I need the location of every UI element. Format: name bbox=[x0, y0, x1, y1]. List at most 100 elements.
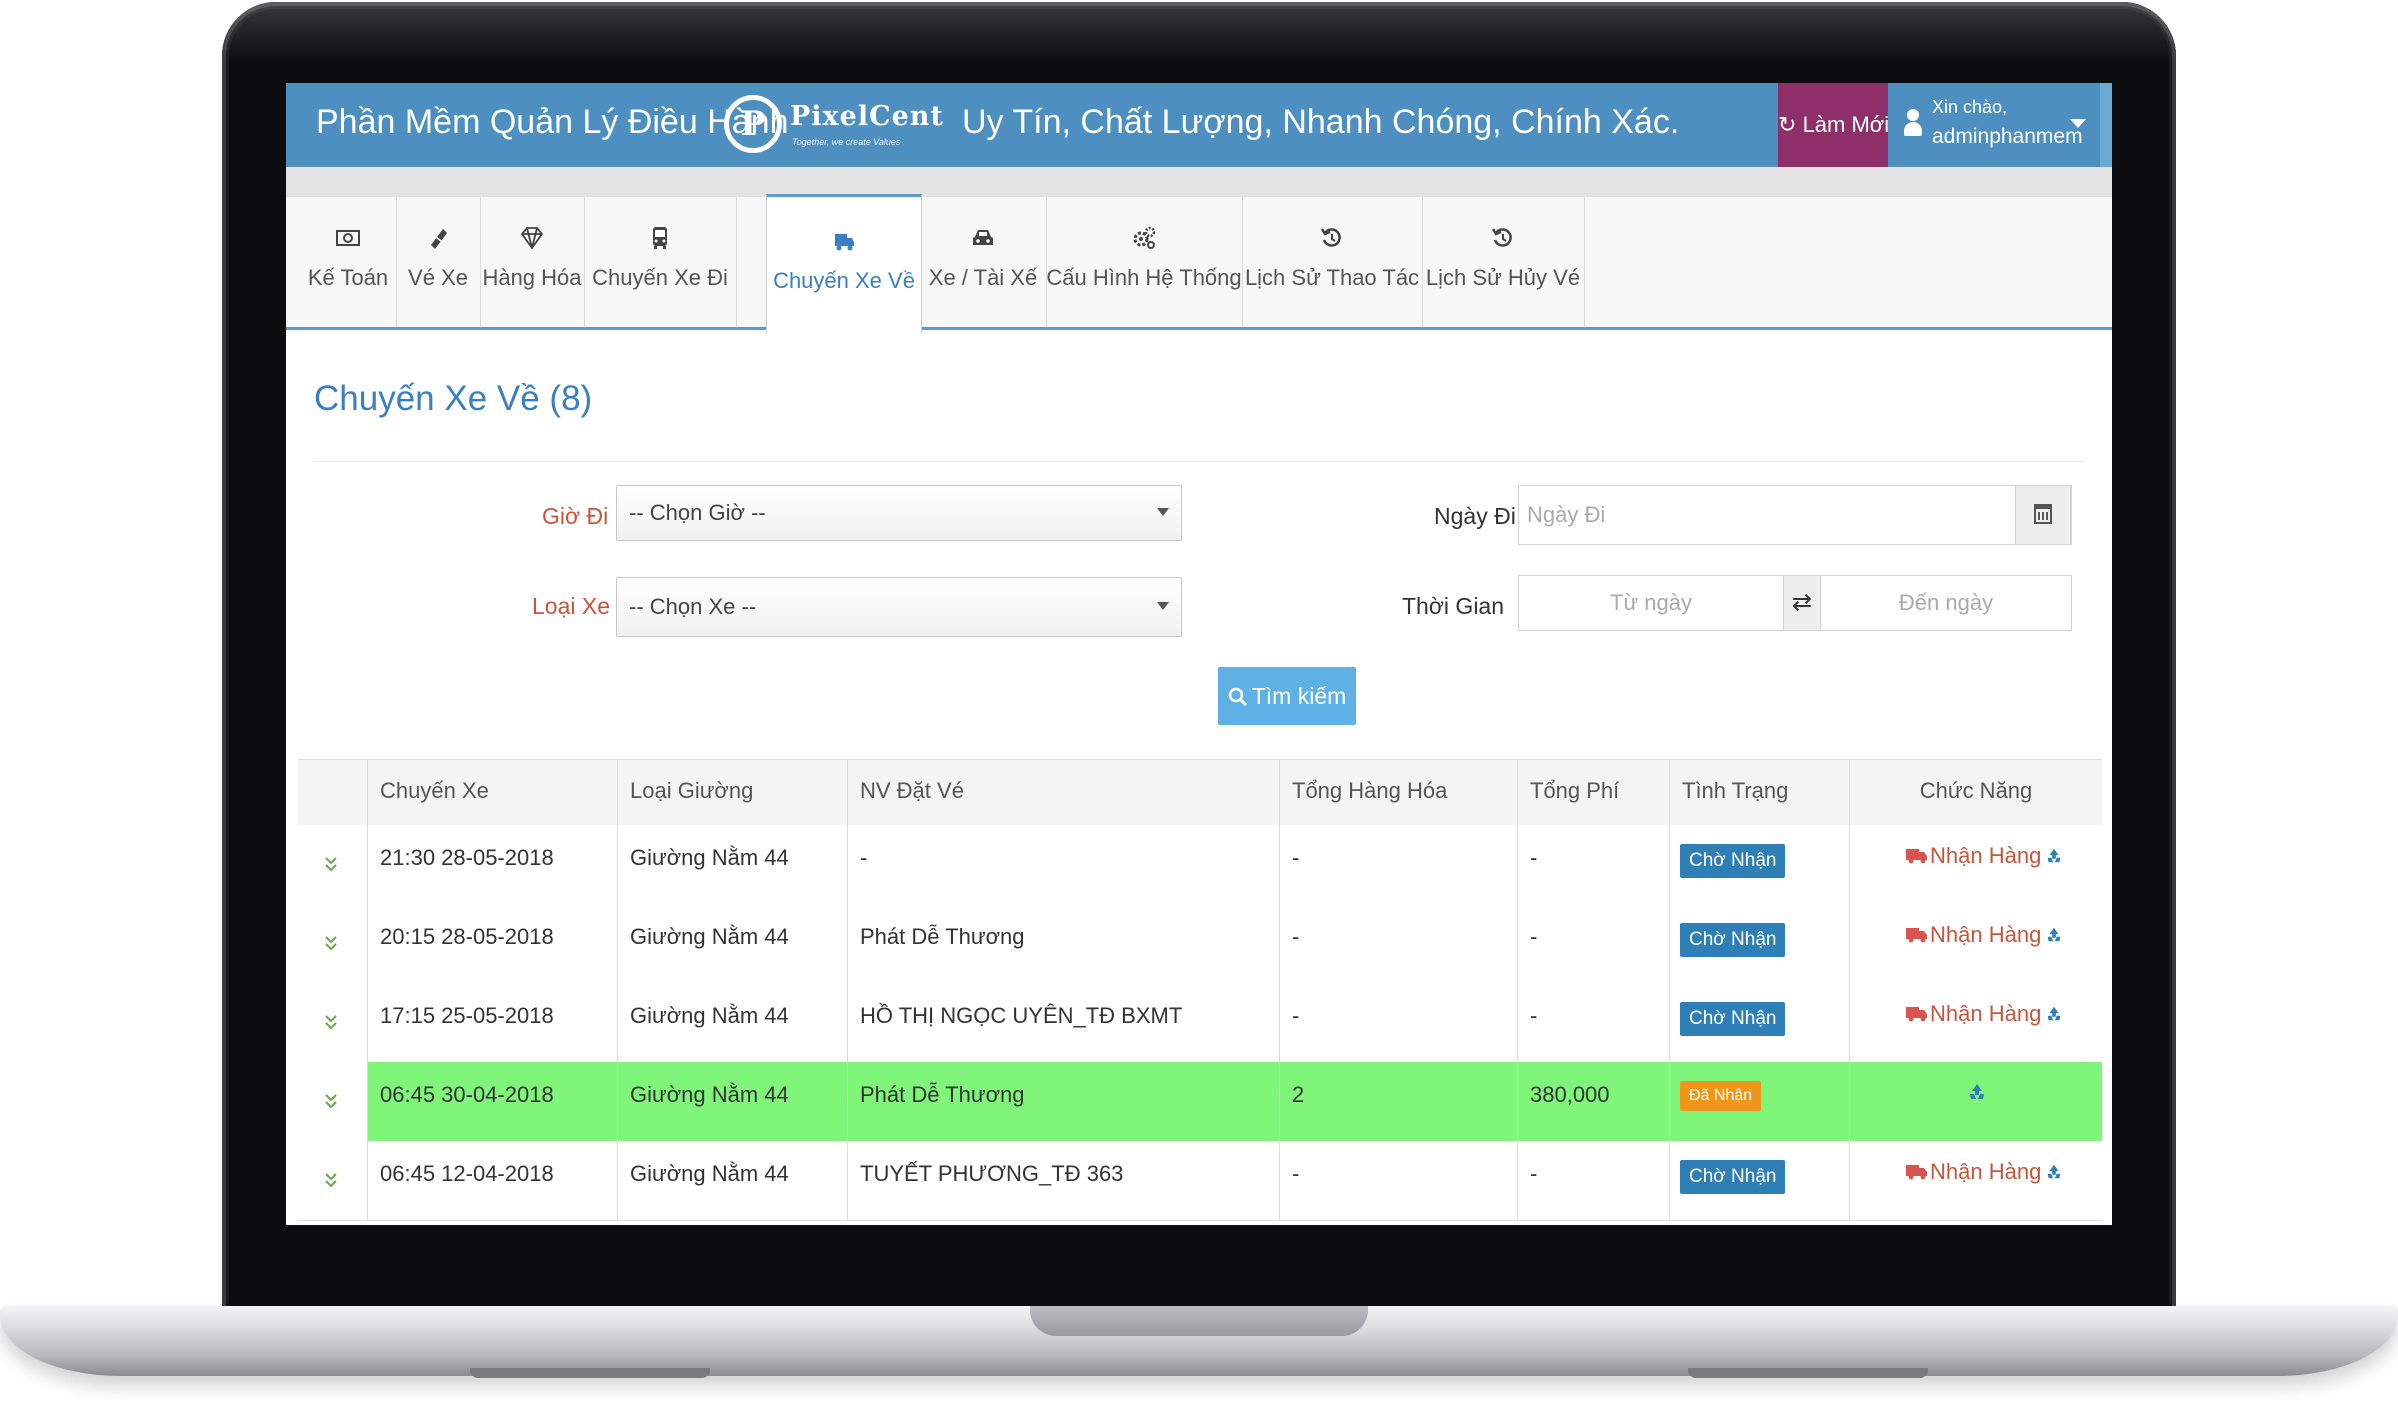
tab-xe-tai-xe[interactable]: Xe / Tài Xế bbox=[920, 197, 1047, 327]
search-button[interactable]: Tìm kiếm bbox=[1218, 667, 1356, 725]
expand-cell[interactable] bbox=[298, 904, 368, 983]
table-row[interactable]: 20:15 28-05-2018 Giường Nằm 44 Phát Dễ Thư… bbox=[298, 904, 2102, 984]
cell-text: Giường Nằm 44 bbox=[630, 1161, 789, 1186]
cell-text: - bbox=[1530, 924, 1538, 949]
recycle-icon[interactable] bbox=[1967, 1082, 1987, 1102]
cell-tinh-trang: Chờ Nhận bbox=[1670, 983, 1850, 1062]
range-separator: ⇄ bbox=[1783, 576, 1821, 630]
status-badge: Chờ Nhận bbox=[1680, 844, 1786, 878]
expand-cell[interactable] bbox=[298, 825, 368, 904]
truck-icon bbox=[1906, 849, 1927, 864]
cell-nv-dat-ve: HỒ THỊ NGỌC UYÊN_TĐ BXMT bbox=[848, 983, 1280, 1062]
tab-label: Lịch Sử Hủy Vé bbox=[1425, 265, 1581, 290]
recycle-icon[interactable] bbox=[2045, 926, 2063, 944]
swap-icon: ⇄ bbox=[1791, 588, 1813, 616]
cell-tinh-trang: Chờ Nhận bbox=[1670, 825, 1850, 904]
recycle-icon[interactable] bbox=[2045, 1163, 2063, 1181]
cell-text: - bbox=[1292, 845, 1300, 870]
header-cell-expand bbox=[298, 760, 368, 826]
cell-text: - bbox=[1530, 845, 1538, 870]
cell-text: 2 bbox=[1292, 1082, 1305, 1107]
cell-nv-dat-ve: - bbox=[848, 825, 1280, 904]
thoi-gian-label: Thời Gian bbox=[1402, 593, 1505, 619]
app-header: Phần Mềm Quản Lý Điều Hành P PixelCent T… bbox=[286, 83, 2112, 167]
cell-chuc-nang: Nhận Hàng bbox=[1850, 904, 2102, 983]
cell-chuc-nang: Nhận Hàng bbox=[1850, 825, 2102, 904]
cell-nv-dat-ve: Phát Dễ Thương bbox=[848, 1062, 1280, 1141]
column-chuyen-xe: Chuyến Xe bbox=[380, 778, 489, 803]
loai-xe-label: Loại Xe bbox=[532, 593, 611, 619]
expand-cell[interactable] bbox=[298, 983, 368, 1062]
truck-icon bbox=[1906, 1007, 1927, 1022]
expand-cell[interactable] bbox=[298, 1062, 368, 1141]
tu-ngay-input[interactable]: Từ ngày bbox=[1519, 590, 1783, 616]
cell-tong-hang-hoa: - bbox=[1280, 904, 1518, 983]
cell-tong-hang-hoa: 2 bbox=[1280, 1062, 1518, 1141]
nhan-hang-button[interactable]: Nhận Hàng bbox=[1906, 843, 2063, 869]
header-cell: Tổng Hàng Hóa bbox=[1280, 760, 1518, 826]
cell-chuyen-xe: 21:30 28-05-2018 bbox=[368, 825, 618, 904]
laptop-foot-right bbox=[1688, 1368, 1928, 1378]
recycle-icon[interactable] bbox=[2045, 847, 2063, 865]
truck-icon bbox=[835, 234, 854, 251]
cell-tong-hang-hoa: - bbox=[1280, 983, 1518, 1062]
cell-text: - bbox=[860, 845, 868, 870]
gio-di-label: Giờ Đi bbox=[542, 503, 609, 529]
money-icon bbox=[336, 230, 360, 246]
table-row[interactable]: 06:45 12-04-2018 Giường Nằm 44 TUYẾT PHƯƠN… bbox=[298, 1141, 2102, 1221]
cell-tong-phi: - bbox=[1518, 825, 1670, 904]
main-tabs: Kế Toán Vé Xe Hàng Hóa Chuyến Xe Đi Chuy… bbox=[286, 194, 2112, 333]
cell-text: HỒ THỊ NGỌC UYÊN_TĐ BXMT bbox=[860, 1003, 1183, 1028]
recycle-icon[interactable] bbox=[2045, 1005, 2063, 1023]
tab-label: Chuyến Xe Đi bbox=[592, 265, 728, 290]
search-label: Tìm kiếm bbox=[1251, 683, 1347, 709]
table-row[interactable]: 06:45 30-04-2018 Giường Nằm 44 Phát Dễ Thư… bbox=[298, 1062, 2102, 1142]
tab-cau-hinh-he-thong[interactable]: Cấu Hình Hệ Thống bbox=[1046, 197, 1243, 327]
cell-chuyen-xe: 17:15 25-05-2018 bbox=[368, 983, 618, 1062]
tab-label: Cấu Hình Hệ Thống bbox=[1046, 265, 1242, 290]
tab-ve-xe[interactable]: Vé Xe bbox=[396, 197, 481, 327]
tab-label: Kế Toán bbox=[307, 265, 389, 290]
nhan-hang-button[interactable]: Nhận Hàng bbox=[1906, 1159, 2063, 1185]
table-header: Chuyến Xe Loại Giường NV Đặt Vé Tổng Hàn… bbox=[298, 759, 2102, 828]
cell-loai-giuong: Giường Nằm 44 bbox=[618, 1062, 848, 1141]
nhan-hang-button[interactable]: Nhận Hàng bbox=[1906, 1001, 2063, 1027]
den-ngay-input[interactable]: Đến ngày bbox=[1821, 590, 2071, 616]
laptop-foot-left bbox=[470, 1368, 710, 1378]
chevron-down-icon bbox=[1157, 602, 1169, 610]
expand-cell[interactable] bbox=[298, 1141, 368, 1220]
cell-text: Giường Nằm 44 bbox=[630, 1082, 789, 1107]
tab-ke-toan[interactable]: Kế Toán bbox=[300, 197, 397, 327]
table-row[interactable]: 17:15 25-05-2018 Giường Nằm 44 HỒ THỊ NGỌC… bbox=[298, 983, 2102, 1063]
gio-di-select[interactable]: -- Chọn Giờ -- bbox=[616, 485, 1182, 541]
laptop-notch bbox=[1030, 1306, 1368, 1336]
column-tong-phi: Tổng Phí bbox=[1530, 778, 1620, 803]
tab-lich-su-huy-ve[interactable]: Lịch Sử Hủy Vé bbox=[1422, 197, 1585, 327]
column-tong-hang-hoa: Tổng Hàng Hóa bbox=[1292, 778, 1448, 803]
screen: Phần Mềm Quản Lý Điều Hành P PixelCent T… bbox=[286, 83, 2112, 1225]
header-cell: NV Đặt Vé bbox=[848, 760, 1280, 826]
cell-text: 06:45 30-04-2018 bbox=[380, 1082, 554, 1107]
calendar-button[interactable] bbox=[2015, 486, 2071, 544]
cell-tinh-trang: Đã Nhận bbox=[1670, 1062, 1850, 1141]
cell-tong-phi: - bbox=[1518, 983, 1670, 1062]
loai-xe-select[interactable]: -- Chọn Xe -- bbox=[616, 577, 1182, 637]
cell-loai-giuong: Giường Nằm 44 bbox=[618, 825, 848, 904]
cell-tong-phi: 380,000 bbox=[1518, 1062, 1670, 1141]
tab-lich-su-thao-tac[interactable]: Lịch Sử Thao Tác bbox=[1242, 197, 1423, 327]
cell-loai-giuong: Giường Nằm 44 bbox=[618, 1141, 848, 1220]
cell-text: 21:30 28-05-2018 bbox=[380, 845, 554, 870]
user-menu[interactable]: Xin chào, adminphanmem bbox=[1890, 83, 2100, 167]
tab-hang-hoa[interactable]: Hàng Hóa bbox=[480, 197, 585, 327]
tab-chuyen-xe-di[interactable]: Chuyến Xe Đi bbox=[584, 197, 737, 327]
tab-chuyen-xe-ve[interactable]: Chuyến Xe Về bbox=[766, 194, 922, 333]
chevron-down-icon bbox=[2070, 119, 2086, 128]
refresh-button[interactable]: ↻ Làm Mới bbox=[1778, 83, 1889, 167]
gio-di-value: -- Chọn Giờ -- bbox=[629, 500, 766, 525]
chevron-down-icon bbox=[1157, 508, 1169, 516]
ngay-di-input[interactable]: Ngày Đi bbox=[1518, 485, 2072, 545]
nhan-hang-button[interactable]: Nhận Hàng bbox=[1906, 922, 2063, 948]
status-badge: Chờ Nhận bbox=[1680, 1160, 1786, 1194]
table-row[interactable]: 21:30 28-05-2018 Giường Nằm 44 - - - Chờ Nhận… bbox=[298, 825, 2102, 905]
tab-label: Xe / Tài Xế bbox=[928, 265, 1038, 290]
